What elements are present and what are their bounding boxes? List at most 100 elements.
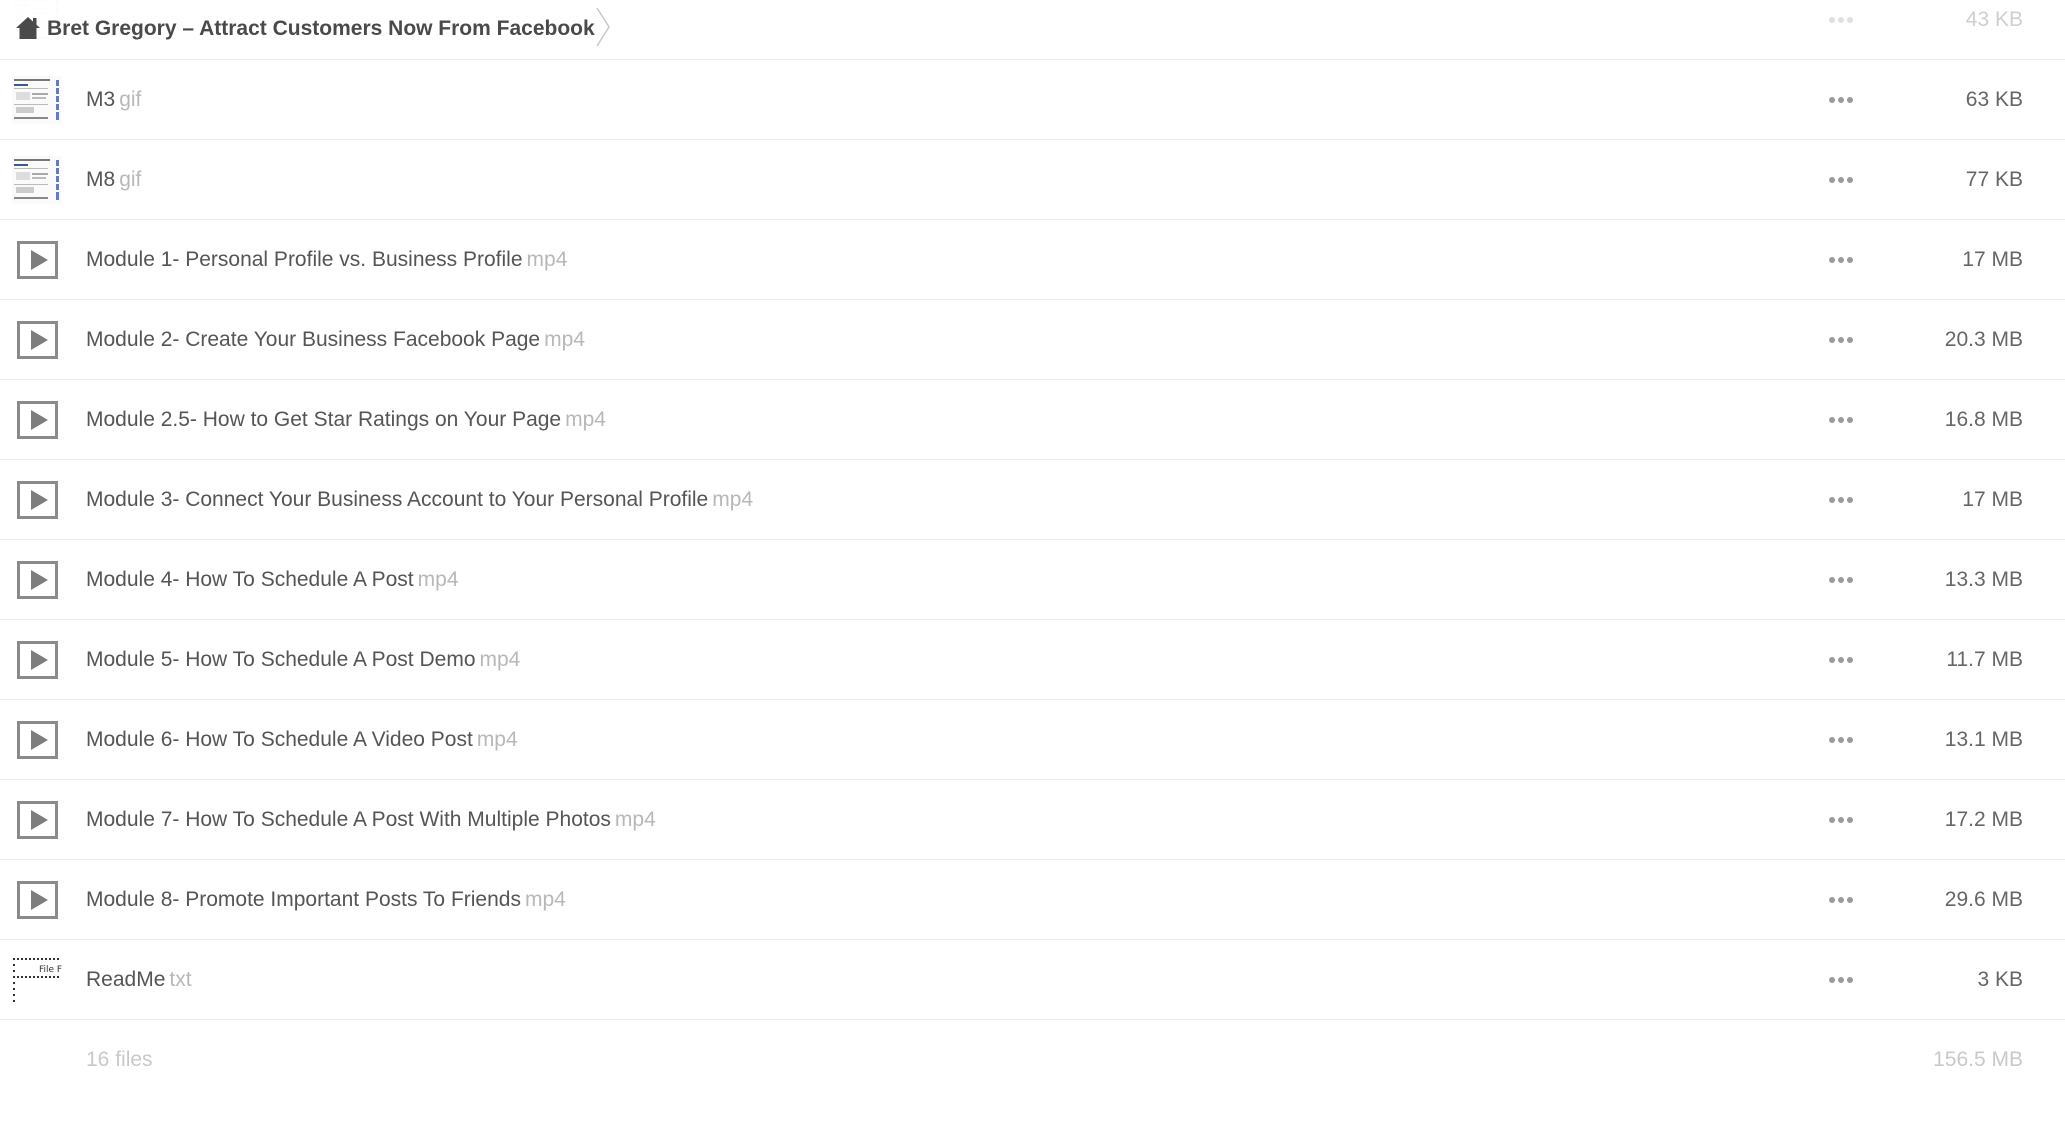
file-name[interactable]: Module 4- How To Schedule A Post mp4 <box>86 540 459 620</box>
file-name[interactable]: Module 3- Connect Your Business Account … <box>86 460 753 540</box>
file-size: 43 KB <box>1965 8 2023 31</box>
more-options-icon[interactable] <box>1829 700 1853 780</box>
file-size: 13.3 MB <box>1944 568 2023 591</box>
thumbnail-text: File F <box>39 965 62 975</box>
file-thumbnail <box>12 716 62 764</box>
file-name[interactable]: Module 1- Personal Profile vs. Business … <box>86 220 567 300</box>
breadcrumb-folder-title[interactable]: Bret Gregory – Attract Customers Now Fro… <box>47 0 595 58</box>
more-options-icon[interactable] <box>1829 460 1853 540</box>
file-extension: mp4 <box>524 888 566 911</box>
file-name[interactable]: Module 6- How To Schedule A Video Post mp… <box>86 700 518 780</box>
file-name[interactable]: Module 7- How To Schedule A Post With Mu… <box>86 780 656 860</box>
file-size: 29.6 MB <box>1944 888 2023 911</box>
file-row[interactable]: M3 gif 63 KB <box>0 60 2065 140</box>
file-size: 17.2 MB <box>1944 808 2023 831</box>
file-thumbnail <box>12 396 62 444</box>
file-basename: M8 <box>86 168 116 191</box>
more-options-icon[interactable] <box>1829 220 1853 300</box>
file-extension: mp4 <box>526 248 568 271</box>
file-basename: Module 3- Connect Your Business Account … <box>86 488 709 511</box>
image-thumbnail-icon <box>12 76 62 124</box>
file-list: M243 KBM3gif63 KBM8gif77 KBModule 1- Per… <box>0 0 2065 1100</box>
file-thumbnail <box>12 476 62 524</box>
file-extension: gif <box>119 88 142 111</box>
play-icon <box>16 881 58 919</box>
file-extension: mp4 <box>417 568 459 591</box>
file-extension: txt <box>169 968 192 991</box>
file-row[interactable]: File F ReadMe txt 3 KB <box>0 940 2065 1020</box>
file-row[interactable]: M8 gif 77 KB <box>0 140 2065 220</box>
file-extension: mp4 <box>476 728 518 751</box>
file-name[interactable]: M3 gif <box>86 60 141 140</box>
text-file-thumbnail-icon: File F <box>13 958 62 1002</box>
more-options-icon[interactable] <box>1829 300 1853 380</box>
file-extension: mp4 <box>565 408 606 431</box>
file-size: 77 KB <box>1965 168 2023 191</box>
file-thumbnail <box>12 76 62 124</box>
file-size: 17 MB <box>1962 248 2023 271</box>
file-name[interactable]: M8 gif <box>86 140 141 220</box>
file-thumbnail <box>12 236 62 284</box>
file-row[interactable]: Module 6- How To Schedule A Video Post mp… <box>0 700 2065 780</box>
file-row[interactable]: Module 8- Promote Important Posts To Fri… <box>0 860 2065 940</box>
file-thumbnail <box>12 796 62 844</box>
play-icon <box>16 801 58 839</box>
file-size: 3 KB <box>1977 968 2023 991</box>
more-options-icon[interactable] <box>1829 380 1853 460</box>
file-size: 17 MB <box>1962 488 2023 511</box>
file-name[interactable]: Module 2.5- How to Get Star Ratings on Y… <box>86 380 606 460</box>
chevron-right-icon <box>596 7 610 47</box>
file-extension: mp4 <box>712 488 754 511</box>
file-browser: M243 KBM3gif63 KBM8gif77 KBModule 1- Per… <box>0 0 2065 1144</box>
file-name[interactable]: Module 5- How To Schedule A Post Demo mp4 <box>86 620 520 700</box>
play-icon <box>16 401 58 439</box>
file-size: 63 KB <box>1965 88 2023 111</box>
play-icon <box>16 561 58 599</box>
file-name[interactable]: Module 8- Promote Important Posts To Fri… <box>86 860 566 940</box>
file-thumbnail <box>12 556 62 604</box>
file-basename: Module 2.5- How to Get Star Ratings on Y… <box>86 408 562 431</box>
play-icon <box>16 481 58 519</box>
image-thumbnail-icon <box>12 156 62 204</box>
file-extension: gif <box>119 168 142 191</box>
file-row[interactable]: Module 4- How To Schedule A Post mp4 13.3 … <box>0 540 2065 620</box>
play-icon <box>16 241 58 279</box>
file-row[interactable]: Module 2.5- How to Get Star Ratings on Y… <box>0 380 2065 460</box>
home-icon[interactable] <box>14 15 42 41</box>
file-row[interactable]: Module 1- Personal Profile vs. Business … <box>0 220 2065 300</box>
more-options-icon[interactable] <box>1829 780 1853 860</box>
file-extension: mp4 <box>614 808 656 831</box>
play-icon <box>16 321 58 359</box>
play-icon <box>16 641 58 679</box>
file-basename: M3 <box>86 88 116 111</box>
file-row[interactable]: Module 2- Create Your Business Facebook … <box>0 300 2065 380</box>
file-row[interactable]: Module 5- How To Schedule A Post Demo mp4… <box>0 620 2065 700</box>
more-options-icon[interactable] <box>1829 860 1853 940</box>
file-row[interactable]: Module 7- How To Schedule A Post With Mu… <box>0 780 2065 860</box>
file-thumbnail <box>12 636 62 684</box>
more-options-icon[interactable] <box>1829 140 1853 220</box>
file-size: 11.7 MB <box>1946 648 2023 671</box>
more-options-icon[interactable] <box>1829 940 1853 1020</box>
file-thumbnail <box>12 156 62 204</box>
file-thumbnail: File F <box>12 956 62 1004</box>
file-basename: Module 4- How To Schedule A Post <box>86 568 414 591</box>
folder-summary: 16 files 156.5 MB <box>0 1020 2065 1100</box>
more-options-icon[interactable] <box>1829 540 1853 620</box>
file-size: 16.8 MB <box>1944 408 2023 431</box>
more-options-icon[interactable] <box>1829 620 1853 700</box>
file-size: 13.1 MB <box>1944 728 2023 751</box>
more-options-icon[interactable] <box>1829 0 1853 60</box>
file-count: 16 files <box>86 1048 153 1071</box>
file-basename: Module 2- Create Your Business Facebook … <box>86 328 541 351</box>
file-basename: Module 6- How To Schedule A Video Post <box>86 728 473 751</box>
more-options-icon[interactable] <box>1829 60 1853 140</box>
file-name[interactable]: Module 2- Create Your Business Facebook … <box>86 300 585 380</box>
file-row[interactable]: Module 3- Connect Your Business Account … <box>0 460 2065 540</box>
play-icon <box>16 721 58 759</box>
file-name[interactable]: ReadMe txt <box>86 940 192 1020</box>
file-thumbnail <box>12 876 62 924</box>
file-extension: mp4 <box>544 328 585 351</box>
file-extension: mp4 <box>479 648 521 671</box>
file-thumbnail <box>12 316 62 364</box>
